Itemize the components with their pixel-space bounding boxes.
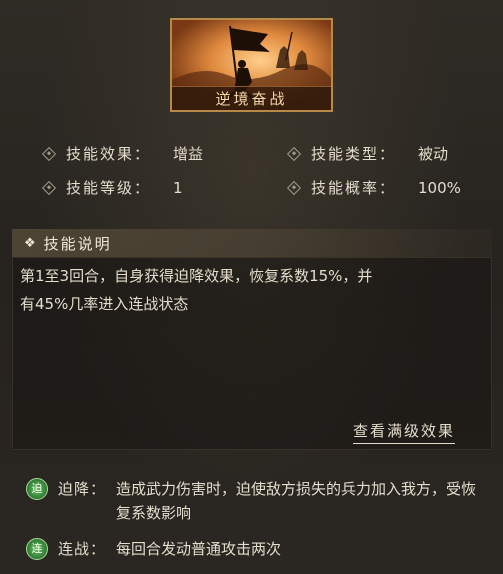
attr-chance-label: 技能概率：	[311, 179, 397, 197]
effect-name: 迫降：	[58, 480, 107, 498]
effect-item-pojiang: 迫 迫降： 造成武力伤害时，迫使敌方损失的兵力加入我方，受恢复系数影响	[26, 477, 476, 525]
attr-type-value: 被动	[418, 145, 449, 163]
attr-chance: 技能概率： 100%	[286, 177, 461, 198]
attr-level-value: 1	[173, 178, 183, 197]
description-header: ❖ 技能说明	[12, 229, 492, 257]
diamond-bullet-icon	[286, 180, 302, 195]
effect-badge-icon: 连	[26, 538, 48, 560]
effect-item-lianzhan: 连 连战： 每回合发动普通攻击两次	[26, 537, 476, 561]
skill-artwork-card: 逆境奋战	[170, 18, 333, 112]
attr-effect-label: 技能效果：	[66, 145, 152, 163]
description-title: 技能说明	[43, 234, 112, 253]
view-full-level-effect-link[interactable]: 查看满级效果	[353, 420, 456, 444]
clover-icon: ❖	[24, 235, 38, 251]
attr-type: 技能类型： 被动	[286, 143, 449, 164]
attr-effect: 技能效果： 增益	[41, 143, 204, 164]
description-line-1: 第1至3回合，自身获得迫降效果，恢复系数15%，并	[20, 267, 373, 285]
diamond-bullet-icon	[41, 146, 57, 161]
attr-level-label: 技能等级：	[66, 179, 152, 197]
attr-effect-value: 增益	[173, 145, 204, 163]
effect-description: 造成武力伤害时，迫使敌方损失的兵力加入我方，受恢复系数影响	[116, 480, 477, 522]
effect-name: 连战：	[58, 540, 107, 558]
diamond-bullet-icon	[286, 146, 302, 161]
effect-badge-icon: 迫	[26, 478, 48, 500]
description-line-2: 有45%几率进入连战状态	[20, 295, 189, 313]
effect-description: 每回合发动普通攻击两次	[116, 540, 282, 558]
attr-level: 技能等级： 1	[41, 177, 183, 198]
description-text: 第1至3回合，自身获得迫降效果，恢复系数15%，并 有45%几率进入连战状态	[20, 262, 482, 318]
attr-chance-value: 100%	[418, 178, 461, 197]
diamond-bullet-icon	[41, 180, 57, 195]
skill-name-label: 逆境奋战	[172, 86, 331, 110]
attr-type-label: 技能类型：	[311, 145, 397, 163]
